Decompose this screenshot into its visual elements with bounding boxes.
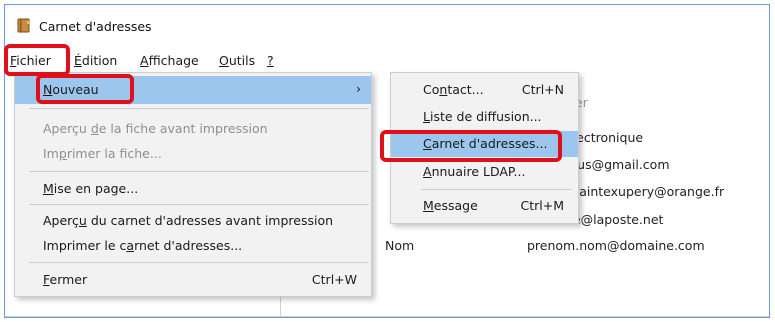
email-cell[interactable]: ne@laposte.net [565, 212, 663, 227]
menu-fichier[interactable]: Fichier [10, 53, 51, 68]
email-cell[interactable]: prenom.nom@domaine.com [527, 238, 705, 253]
fichier-dropdown-menu: Nouveau › Aperçu de la fiche avant impre… [14, 72, 372, 297]
submenu-item-annuaire-ldap[interactable]: Annuaire LDAP... [391, 159, 578, 185]
name-cell[interactable]: Nom [385, 238, 414, 253]
menu-item-apercu-carnet[interactable]: Aperçu du carnet d'adresses avant impres… [15, 207, 371, 235]
menu-bar: Fichier Édition Affichage Outils ? [5, 47, 769, 75]
menu-help[interactable]: ? [267, 53, 274, 68]
menu-item-fermer[interactable]: Fermer Ctrl+W [15, 266, 371, 294]
menu-edition[interactable]: Édition [74, 53, 117, 68]
email-cell[interactable]: mus@gmail.com [565, 157, 670, 172]
window-title: Carnet d'adresses [39, 19, 152, 34]
menu-separator [421, 189, 572, 190]
menu-separator [29, 171, 369, 172]
menu-separator [29, 204, 369, 205]
menu-item-mise-en-page[interactable]: Mise en page... [15, 175, 371, 203]
submenu-item-liste-diffusion[interactable]: Liste de diffusion... [391, 104, 578, 130]
menu-item-apercu-fiche: Aperçu de la fiche avant impression [43, 121, 268, 136]
shortcut-label: Ctrl+N [521, 82, 564, 97]
menu-separator [29, 108, 369, 109]
submenu-item-contact[interactable]: Contact... Ctrl+N [391, 77, 578, 103]
menu-affichage[interactable]: Affichage [140, 53, 199, 68]
menu-separator [29, 262, 369, 263]
menu-item-imprimer-carnet[interactable]: Imprimer le carnet d'adresses... [15, 232, 371, 260]
menu-item-imprimer-fiche: Imprimer la fiche... [43, 146, 162, 161]
shortcut-label: Ctrl+W [311, 272, 357, 287]
bottom-divider [5, 316, 769, 317]
submenu-item-message[interactable]: Message Ctrl+M [391, 193, 578, 219]
menu-outils[interactable]: Outils [219, 53, 255, 68]
chevron-right-icon: › [356, 81, 361, 96]
nouveau-submenu: Contact... Ctrl+N Liste de diffusion... … [390, 72, 579, 224]
shortcut-label: Ctrl+M [520, 198, 565, 213]
submenu-item-carnet-adresses[interactable]: Carnet d'adresses... [391, 131, 578, 157]
address-book-icon [17, 18, 30, 33]
email-cell[interactable]: esaintexupery@orange.fr [565, 184, 724, 199]
title-bar: Carnet d'adresses [5, 5, 769, 43]
menu-item-nouveau[interactable]: Nouveau › [15, 76, 371, 104]
